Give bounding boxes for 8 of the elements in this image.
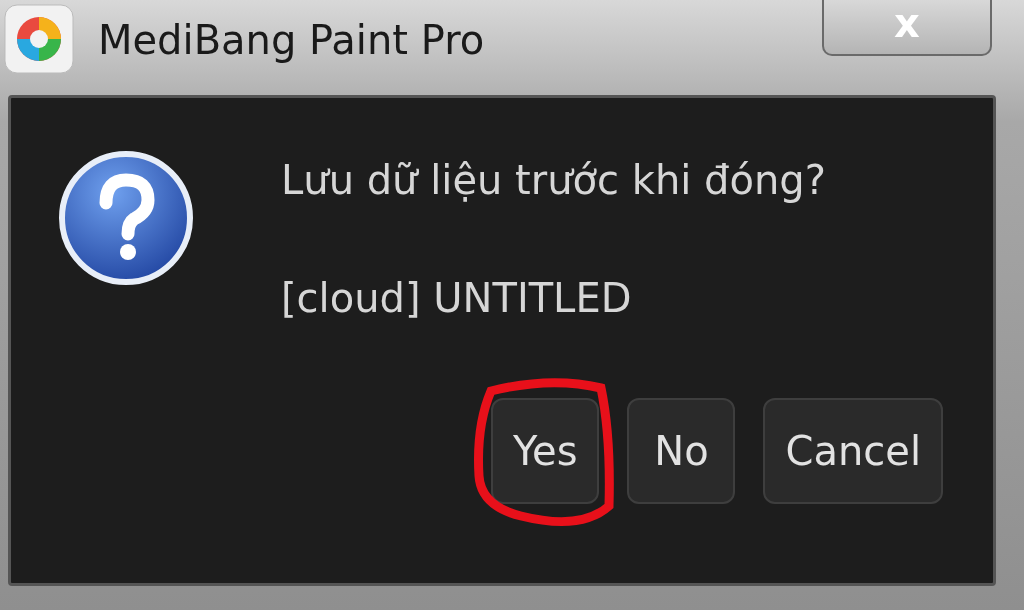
dialog-button[interactable]: No xyxy=(627,398,736,504)
app-icon xyxy=(4,4,74,74)
dialog-button[interactable]: Yes xyxy=(490,398,600,504)
window-title: MediBang Paint Pro xyxy=(98,17,485,63)
question-icon xyxy=(56,148,196,288)
dialog-message: Lưu dữ liệu trước khi đóng? xyxy=(281,156,826,204)
file-name: [cloud] UNTITLED xyxy=(281,274,633,322)
dialog-button[interactable]: Cancel xyxy=(763,398,943,504)
